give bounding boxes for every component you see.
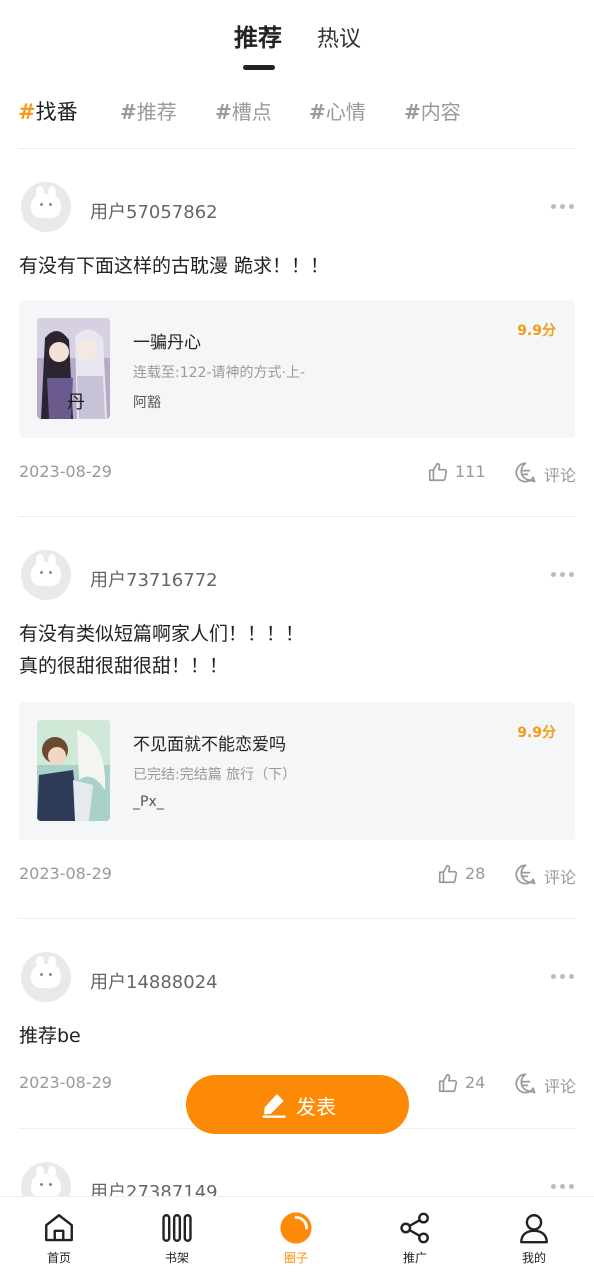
circle-icon (280, 1212, 312, 1244)
book-title: 一骗丹心 (133, 333, 201, 353)
top-tab-bar: 推荐 热议 (0, 0, 594, 78)
nav-label: 圈子 (283, 1251, 308, 1265)
book-score: 9.9分 (517, 725, 556, 741)
post-date: 2023-08-29 (19, 1073, 112, 1092)
nav-label: 首页 (46, 1251, 71, 1265)
post-text: 推荐be (19, 1020, 579, 1052)
username[interactable]: 用户73716772 (90, 566, 218, 592)
book-card[interactable]: 丹 一骗丹心 连载至:122-请神的方式·上- 阿豁 9.9分 (19, 300, 575, 438)
post-date: 2023-08-29 (19, 462, 112, 481)
book-title: 不见面就不能恋爱吗 (133, 735, 286, 755)
bottom-nav: 首页 书架 圈子 推广 我的 (0, 1196, 594, 1280)
book-score: 9.9分 (517, 323, 556, 339)
topic-label: 内容 (420, 100, 461, 124)
home-icon (45, 1214, 73, 1242)
nav-label: 我的 (521, 1251, 546, 1265)
book-cover: 丹 (37, 318, 110, 419)
nav-bookshelf[interactable]: 书架 (118, 1197, 236, 1280)
topic-label: 找番 (35, 100, 78, 124)
svg-text:丹: 丹 (67, 392, 85, 413)
thumbs-up-icon (438, 1073, 458, 1093)
tab-hot[interactable]: 热议 (317, 21, 361, 53)
book-chapter: 已完结:完结篇 旅行（下） (133, 767, 297, 783)
topic-hash: # (120, 100, 137, 124)
comment-button[interactable]: 评论 (514, 862, 584, 888)
book-author: 阿豁 (133, 395, 161, 411)
nav-label: 推广 (402, 1251, 427, 1265)
book-author: _Px_ (133, 794, 164, 810)
post-button[interactable]: 发表 (186, 1075, 409, 1134)
more-icon[interactable] (551, 572, 575, 578)
post-meta: 2023-08-29 111 评论 (0, 460, 594, 486)
like-count: 28 (465, 864, 486, 883)
edit-icon (262, 1094, 286, 1118)
thumbs-up-icon (428, 462, 448, 482)
nav-label: 书架 (164, 1251, 189, 1265)
post-text: 有没有类似短篇啊家人们！！！！ 真的很甜很甜很甜！！！ (19, 618, 579, 682)
nav-circle[interactable]: 圈子 (237, 1197, 355, 1280)
comment-icon (515, 462, 536, 483)
tab-indicator (243, 65, 275, 70)
topic-find[interactable]: #找番 (18, 96, 78, 126)
thumbs-up-icon (438, 864, 458, 884)
user-icon (520, 1214, 548, 1244)
avatar[interactable] (21, 952, 71, 1002)
post-line: 真的很甜很甜很甜！！！ (19, 655, 229, 677)
username[interactable]: 用户57057862 (90, 198, 218, 224)
like-count: 111 (455, 462, 486, 481)
topic-label: 推荐 (136, 100, 177, 124)
comment-icon (515, 1073, 536, 1094)
topic-row: #找番 #推荐 #槽点 #心情 #内容 (18, 96, 578, 128)
username[interactable]: 用户14888024 (90, 968, 218, 994)
topic-hash: # (404, 100, 421, 124)
topic-label: 槽点 (231, 100, 272, 124)
more-icon[interactable] (551, 974, 575, 980)
bookshelf-icon (162, 1214, 192, 1242)
book-chapter: 连载至:122-请神的方式·上- (133, 365, 305, 381)
topic-hash: # (215, 100, 232, 124)
topic-hash: # (309, 100, 326, 124)
post-line: 推荐be (19, 1025, 81, 1047)
share-icon (400, 1212, 429, 1244)
nav-promote[interactable]: 推广 (356, 1197, 474, 1280)
tab-recommend[interactable]: 推荐 (234, 18, 282, 53)
post-date: 2023-08-29 (19, 864, 112, 883)
comment-icon (515, 864, 536, 885)
divider (18, 516, 576, 517)
post-line: 有没有下面这样的古耽漫 跪求！！！ (19, 255, 330, 277)
avatar[interactable] (21, 550, 71, 600)
post-text: 有没有下面这样的古耽漫 跪求！！！ (19, 250, 579, 282)
post-meta: 2023-08-29 28 评论 (0, 862, 594, 888)
divider (18, 148, 576, 149)
book-cover (37, 720, 110, 821)
like-count: 24 (465, 1073, 486, 1092)
post-line: 有没有类似短篇啊家人们！！！！ (19, 623, 305, 645)
book-card[interactable]: 不见面就不能恋爱吗 已完结:完结篇 旅行（下） _Px_ 9.9分 (19, 702, 575, 840)
more-icon[interactable] (551, 1184, 575, 1190)
topic-recommend[interactable]: #推荐 (120, 96, 177, 125)
avatar[interactable] (21, 182, 71, 232)
post-button-label: 发表 (296, 1095, 336, 1119)
nav-home[interactable]: 首页 (0, 1197, 118, 1280)
topic-hash: # (18, 100, 36, 124)
topic-complaint[interactable]: #槽点 (215, 96, 272, 125)
comment-label: 评论 (544, 1077, 577, 1096)
divider (18, 918, 576, 919)
nav-me[interactable]: 我的 (475, 1197, 593, 1280)
comment-label: 评论 (544, 466, 577, 485)
comment-button[interactable]: 评论 (514, 1071, 584, 1097)
more-icon[interactable] (551, 204, 575, 210)
comment-label: 评论 (544, 868, 577, 887)
topic-mood[interactable]: #心情 (309, 96, 366, 125)
topic-content[interactable]: #内容 (404, 96, 461, 125)
comment-button[interactable]: 评论 (514, 460, 584, 486)
topic-label: 心情 (325, 100, 366, 124)
